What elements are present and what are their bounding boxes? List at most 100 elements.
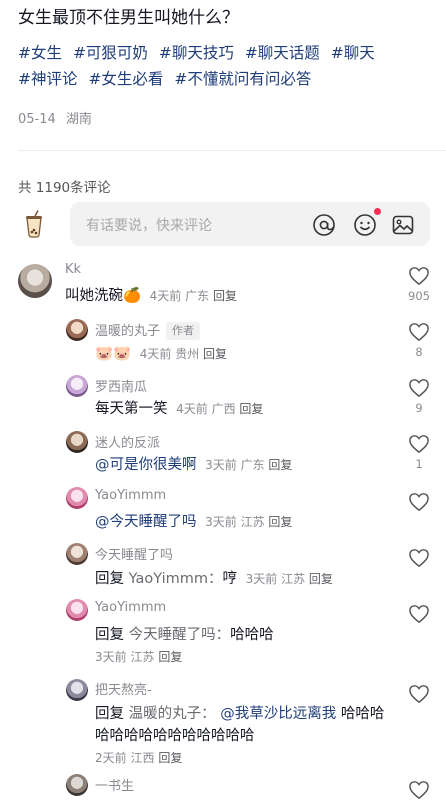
like-button[interactable] bbox=[407, 604, 431, 624]
comment-region: 江苏 bbox=[130, 650, 155, 664]
pig-emoji-icon: 🐷🐷 bbox=[95, 346, 132, 362]
post-date: 05-14 bbox=[18, 112, 56, 127]
comment-username[interactable]: 一书生 bbox=[95, 775, 134, 794]
reply-button[interactable]: 回复 bbox=[158, 650, 182, 664]
comment-time: 4天前 bbox=[176, 402, 208, 416]
heart-icon bbox=[409, 323, 429, 342]
avatar[interactable] bbox=[66, 375, 88, 397]
comment-body: 每天第一笑 4天前 广西 回复 bbox=[95, 398, 395, 420]
comment-body: @今天睡醒了吗 3天前 江苏 回复 bbox=[95, 511, 395, 533]
like-count: 1 bbox=[415, 457, 423, 471]
post-title: 女生最顶不住男生叫她什么？ bbox=[18, 8, 239, 28]
hashtag[interactable]: #女生必看 bbox=[88, 70, 163, 88]
reply-keyword: 回复 bbox=[95, 627, 124, 643]
comment-item: Kk 叫她洗碗🍊 4天前 广东 回复 905 bbox=[0, 260, 446, 320]
heart-icon bbox=[409, 605, 429, 624]
mention-link[interactable]: @可是你很美啊 bbox=[95, 457, 197, 473]
comment-username[interactable]: 今天睡醒了吗 bbox=[95, 544, 173, 563]
reply-button[interactable]: 回复 bbox=[158, 751, 182, 765]
comment-input[interactable]: 有话要说，快来评论 bbox=[70, 202, 430, 246]
avatar[interactable] bbox=[66, 487, 88, 509]
comment-body: @可是你很美啊 3天前 广东 回复 bbox=[95, 454, 395, 476]
comment-username[interactable]: YaoYimmm bbox=[95, 600, 166, 615]
like-button[interactable]: 8 bbox=[407, 322, 431, 359]
image-icon[interactable] bbox=[391, 213, 415, 237]
like-button[interactable] bbox=[407, 684, 431, 704]
comment-username[interactable]: 罗西南瓜 bbox=[95, 376, 147, 395]
comment-info: 4天前 贵州 回复 bbox=[140, 347, 227, 361]
comment-username[interactable]: YaoYimmm bbox=[95, 488, 166, 503]
comment-username[interactable]: Kk bbox=[65, 262, 81, 277]
comment-username[interactable]: 把天熬亮- bbox=[95, 679, 152, 698]
heart-icon bbox=[409, 379, 429, 398]
reply-target[interactable]: YaoYimmm： bbox=[129, 571, 223, 587]
like-button[interactable]: 9 bbox=[407, 378, 431, 415]
avatar[interactable] bbox=[66, 543, 88, 565]
reply-button[interactable]: 回复 bbox=[309, 572, 333, 586]
comment-info: 3天前 广东 回复 bbox=[205, 458, 292, 472]
like-button[interactable]: 905 bbox=[407, 266, 431, 303]
reply-button[interactable]: 回复 bbox=[268, 515, 292, 529]
reply-button[interactable]: 回复 bbox=[239, 402, 263, 416]
avatar[interactable] bbox=[66, 319, 88, 341]
hashtag[interactable]: #神评论 bbox=[18, 70, 78, 88]
comment-count: 共 1190条评论 bbox=[18, 180, 111, 196]
emoji-icon[interactable] bbox=[353, 213, 377, 237]
hashtag[interactable]: #聊天技巧 bbox=[159, 44, 234, 62]
comment-time: 3天前 bbox=[95, 650, 127, 664]
heart-icon bbox=[409, 685, 429, 704]
avatar[interactable] bbox=[66, 774, 88, 796]
avatar[interactable] bbox=[18, 264, 52, 298]
bubble-tea-icon[interactable] bbox=[22, 210, 46, 238]
comment-region: 贵州 bbox=[175, 347, 200, 361]
reply-item: YaoYimmm 回复 今天睡醒了吗：哈哈哈 3天前 江苏 回复 bbox=[0, 596, 446, 676]
hashtag[interactable]: #聊天话题 bbox=[245, 44, 320, 62]
comment-region: 广西 bbox=[211, 402, 236, 416]
like-button[interactable]: 1 bbox=[407, 434, 431, 471]
comment-info: 2天前 江西 回复 bbox=[95, 747, 390, 769]
hashtag[interactable]: #可狠可奶 bbox=[73, 44, 148, 62]
like-button[interactable] bbox=[407, 548, 431, 568]
hashtag[interactable]: #不懂就问有问必答 bbox=[174, 70, 311, 88]
orange-emoji-icon: 🍊 bbox=[123, 288, 142, 304]
hashtag[interactable]: #女生 bbox=[18, 44, 62, 62]
reply-item: 把天熬亮- 回复 温暖的丸子： @我草沙比远离我 哈哈哈哈哈哈哈哈哈哈哈哈哈哈 … bbox=[0, 676, 446, 772]
hashtag[interactable]: #聊天 bbox=[331, 44, 375, 62]
comment-text: 哼 bbox=[222, 571, 237, 587]
reply-target[interactable]: 今天睡醒了吗： bbox=[129, 627, 231, 643]
avatar[interactable] bbox=[66, 599, 88, 621]
reply-target[interactable]: 温暖的丸子： bbox=[129, 706, 216, 722]
comment-body: 回复 温暖的丸子： @我草沙比远离我 哈哈哈哈哈哈哈哈哈哈哈哈哈哈 2天前 江西… bbox=[95, 703, 390, 769]
comment-time: 4天前 bbox=[149, 289, 182, 303]
divider bbox=[18, 150, 446, 151]
mention-link[interactable]: @我草沙比远离我 bbox=[220, 706, 336, 722]
comment-info: 4天前 广东 回复 bbox=[150, 289, 237, 303]
comment-username[interactable]: 迷人的反派 bbox=[95, 432, 160, 451]
like-count: 9 bbox=[415, 401, 423, 415]
post-meta: 05-14 湖南 bbox=[18, 108, 92, 127]
like-button[interactable] bbox=[407, 780, 431, 800]
comment-text: 哈哈哈 bbox=[230, 627, 274, 643]
comment-time: 4天前 bbox=[139, 347, 172, 361]
reply-button[interactable]: 回复 bbox=[213, 289, 237, 303]
comment-region: 江西 bbox=[130, 751, 155, 765]
comment-text: 叫她洗碗 bbox=[65, 288, 123, 304]
reply-button[interactable]: 回复 bbox=[268, 458, 292, 472]
reply-keyword: 回复 bbox=[95, 706, 124, 722]
comment-username[interactable]: 温暖的丸子 作者 bbox=[95, 320, 201, 340]
avatar[interactable] bbox=[66, 679, 88, 701]
heart-icon bbox=[409, 781, 429, 800]
comment-body: 叫她洗碗🍊 4天前 广东 回复 bbox=[65, 285, 395, 307]
avatar[interactable] bbox=[66, 431, 88, 453]
reply-item: 今天睡醒了吗 回复 YaoYimmm：哼 3天前 江苏 回复 bbox=[0, 540, 446, 596]
notification-dot-icon bbox=[374, 208, 381, 215]
at-mention-icon[interactable] bbox=[312, 213, 336, 237]
comment-region: 江苏 bbox=[281, 572, 306, 586]
heart-icon bbox=[409, 493, 429, 512]
mention-link[interactable]: @今天睡醒了吗 bbox=[95, 514, 197, 530]
comment-time: 3天前 bbox=[245, 572, 278, 586]
comment-time: 3天前 bbox=[205, 458, 237, 472]
like-count: 8 bbox=[415, 345, 423, 359]
like-button[interactable] bbox=[407, 492, 431, 512]
reply-button[interactable]: 回复 bbox=[203, 347, 227, 361]
